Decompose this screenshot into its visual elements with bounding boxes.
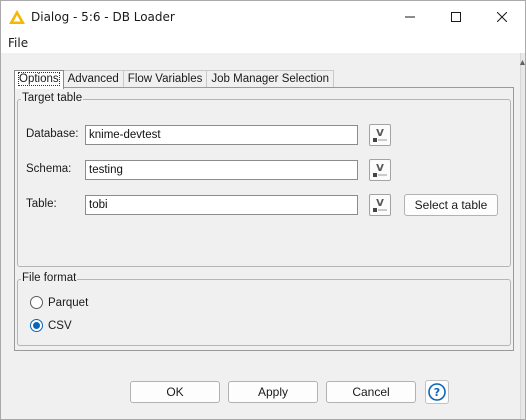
- table-flow-variable-button[interactable]: V: [369, 194, 391, 216]
- close-button[interactable]: [479, 1, 525, 33]
- radio-csv-label: CSV: [48, 319, 72, 332]
- tab-flow-variables[interactable]: Flow Variables: [122, 70, 208, 88]
- flow-variable-icon: V: [373, 128, 387, 142]
- minimize-button[interactable]: [387, 1, 433, 33]
- tab-advanced-label: Advanced: [67, 73, 119, 85]
- file-format-legend: File format: [21, 272, 78, 284]
- radio-parquet-circle[interactable]: [30, 296, 43, 309]
- minimize-icon: [405, 16, 415, 18]
- schema-field[interactable]: [85, 160, 358, 180]
- menu-file[interactable]: File: [8, 36, 28, 50]
- dialog-window: Dialog - 5:6 - DB Loader File Options Ad…: [0, 0, 526, 420]
- tab-options-label: Options: [18, 72, 60, 86]
- svg-text:V: V: [376, 163, 384, 174]
- help-button[interactable]: ?: [425, 380, 449, 404]
- table-label: Table:: [26, 198, 57, 210]
- database-flow-variable-button[interactable]: V: [369, 124, 391, 146]
- flow-variable-icon: V: [373, 198, 387, 212]
- radio-csv[interactable]: CSV: [30, 319, 72, 332]
- target-table-legend: Target table: [21, 92, 84, 104]
- radio-csv-circle[interactable]: [30, 319, 43, 332]
- tab-options[interactable]: Options: [14, 70, 64, 89]
- select-table-button[interactable]: Select a table: [404, 194, 498, 216]
- schema-flow-variable-button[interactable]: V: [369, 159, 391, 181]
- ok-button[interactable]: OK: [130, 381, 220, 403]
- svg-text:V: V: [376, 128, 384, 139]
- tab-job-manager-selection[interactable]: Job Manager Selection: [206, 70, 335, 88]
- svg-text:V: V: [376, 198, 384, 209]
- close-icon: [497, 12, 507, 22]
- apply-button[interactable]: Apply: [228, 381, 318, 403]
- window-title: Dialog - 5:6 - DB Loader: [31, 10, 175, 24]
- tab-flow-variables-label: Flow Variables: [127, 73, 203, 85]
- svg-text:?: ?: [434, 386, 440, 399]
- tab-strip: Options Advanced Flow Variables Job Mana…: [14, 70, 335, 89]
- scrollbar[interactable]: [520, 53, 525, 419]
- maximize-icon: [451, 12, 461, 22]
- tab-job-manager-selection-label: Job Manager Selection: [211, 73, 330, 85]
- maximize-button[interactable]: [433, 1, 479, 33]
- table-field[interactable]: [85, 195, 358, 215]
- scroll-up-arrow-icon[interactable]: [520, 59, 525, 67]
- flow-variable-icon: V: [373, 163, 387, 177]
- help-icon: ?: [428, 383, 446, 401]
- schema-label: Schema:: [26, 163, 72, 175]
- database-field[interactable]: [85, 125, 358, 145]
- radio-parquet-label: Parquet: [48, 296, 89, 309]
- file-format-group: [17, 279, 511, 346]
- knime-triangle-icon: [9, 10, 25, 24]
- title-bar[interactable]: Dialog - 5:6 - DB Loader: [1, 1, 525, 33]
- radio-parquet[interactable]: Parquet: [30, 296, 88, 309]
- menu-bar: File: [1, 33, 525, 53]
- tab-advanced[interactable]: Advanced: [62, 70, 124, 88]
- database-label: Database:: [26, 128, 79, 140]
- cancel-button[interactable]: Cancel: [326, 381, 416, 403]
